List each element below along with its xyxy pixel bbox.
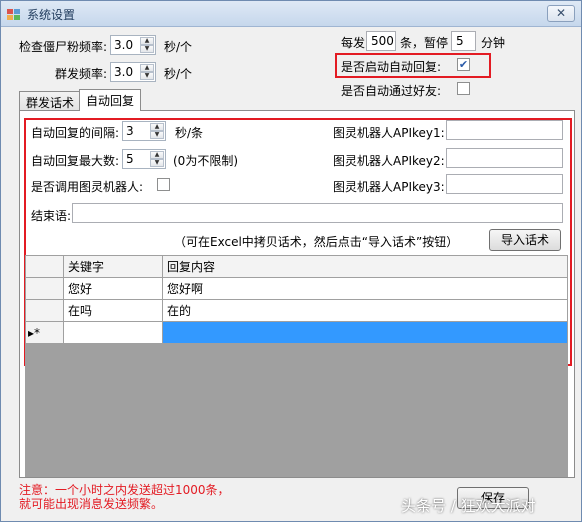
table-row[interactable]: 您好 您好啊 xyxy=(25,277,568,300)
pause-input[interactable]: 5 xyxy=(451,31,476,51)
keyword-cell[interactable] xyxy=(63,321,163,344)
table-header-row: 关键字 回复内容 xyxy=(25,255,568,278)
warning-line-2: 就可能出现消息发送频繁。 xyxy=(19,497,164,511)
reply-cell[interactable]: 您好啊 xyxy=(162,277,568,300)
reply-grid: 关键字 回复内容 您好 您好啊 在吗 在的 ▸* xyxy=(25,255,568,477)
row-header[interactable] xyxy=(25,299,64,322)
key1-label: 图灵机器人APIkey1: xyxy=(333,126,445,140)
per-send-value: 500 xyxy=(371,34,394,48)
stepper-down-icon[interactable]: ▼ xyxy=(150,131,164,139)
zombie-rate-label: 检查僵尸粉频率: xyxy=(19,40,108,54)
group-rate-stepper[interactable]: 3.0 ▲ ▼ xyxy=(110,62,156,82)
reply-cell-selected[interactable] xyxy=(162,321,568,344)
group-rate-value: 3.0 xyxy=(114,65,134,79)
auto-accept-checkbox[interactable] xyxy=(457,82,470,95)
stepper-down-icon[interactable]: ▼ xyxy=(140,45,154,53)
zombie-rate-unit: 秒/个 xyxy=(164,40,193,54)
checkmark-icon: ✔ xyxy=(458,58,469,71)
auto-reply-label: 是否启动自动回复: xyxy=(341,60,442,74)
interval-value: 3 xyxy=(126,124,134,138)
tab-auto-reply[interactable]: 自动回复 xyxy=(79,89,142,111)
reply-cell[interactable]: 在的 xyxy=(162,299,568,322)
max-label: 自动回复最大数: xyxy=(31,154,120,168)
close-icon: ✕ xyxy=(555,6,567,20)
key3-label: 图灵机器人APIkey3: xyxy=(333,180,445,194)
keyword-cell[interactable]: 在吗 xyxy=(63,299,163,322)
auto-reply-checkbox[interactable]: ✔ xyxy=(457,58,470,71)
per-send-label: 每发 xyxy=(341,36,366,50)
row-header-corner xyxy=(25,255,64,278)
row-header[interactable] xyxy=(25,277,64,300)
interval-label: 自动回复的间隔: xyxy=(31,126,120,140)
pause-value: 5 xyxy=(456,34,464,48)
end-label: 结束语: xyxy=(31,209,72,223)
column-header-reply[interactable]: 回复内容 xyxy=(162,255,568,278)
max-hint: (0为不限制) xyxy=(173,154,238,168)
group-rate-unit: 秒/个 xyxy=(164,67,193,81)
import-hint: （可在Excel中拷贝话术，然后点击“导入话术”按钮） xyxy=(174,235,459,249)
key2-input[interactable] xyxy=(446,148,563,168)
zombie-rate-stepper[interactable]: 3.0 ▲ ▼ xyxy=(110,35,156,55)
watermark: 头条号 / 狂欢大派对 xyxy=(401,497,536,515)
pause-label: 条，暂停 xyxy=(400,36,449,50)
tab-label: 群发话术 xyxy=(26,96,75,110)
import-button[interactable]: 导入话术 xyxy=(489,229,561,251)
stepper-up-icon[interactable]: ▲ xyxy=(140,37,154,45)
key3-input[interactable] xyxy=(446,174,563,194)
close-button[interactable]: ✕ xyxy=(547,5,575,22)
new-row[interactable]: ▸* xyxy=(25,321,568,344)
zombie-rate-value: 3.0 xyxy=(114,38,134,52)
tab-group-scripts[interactable]: 群发话术 xyxy=(19,91,82,111)
pause-unit: 分钟 xyxy=(481,36,506,50)
use-robot-checkbox[interactable] xyxy=(157,178,170,191)
import-button-label: 导入话术 xyxy=(500,233,549,247)
end-input[interactable] xyxy=(72,203,563,223)
stepper-up-icon[interactable]: ▲ xyxy=(140,64,154,72)
stepper-up-icon[interactable]: ▲ xyxy=(150,123,164,131)
tab-label: 自动回复 xyxy=(86,94,135,108)
key2-label: 图灵机器人APIkey2: xyxy=(333,154,445,168)
title-bar: 系统设置 ✕ xyxy=(1,1,581,27)
new-row-marker[interactable]: ▸* xyxy=(25,321,64,344)
column-header-keyword[interactable]: 关键字 xyxy=(63,255,163,278)
stepper-down-icon[interactable]: ▼ xyxy=(140,72,154,80)
max-stepper[interactable]: 5 ▲ ▼ xyxy=(122,149,166,169)
reply-table: 关键字 回复内容 您好 您好啊 在吗 在的 ▸* xyxy=(25,255,568,344)
interval-stepper[interactable]: 3 ▲ ▼ xyxy=(122,121,166,141)
stepper-down-icon[interactable]: ▼ xyxy=(150,159,164,167)
per-send-input[interactable]: 500 xyxy=(366,31,396,51)
max-value: 5 xyxy=(126,152,134,166)
window-title: 系统设置 xyxy=(27,8,76,22)
stepper-up-icon[interactable]: ▲ xyxy=(150,151,164,159)
table-row[interactable]: 在吗 在的 xyxy=(25,299,568,322)
app-icon xyxy=(7,9,20,20)
settings-window: 系统设置 ✕ 检查僵尸粉频率: 3.0 ▲ ▼ 秒/个 群发频率: 3.0 ▲ ▼ … xyxy=(0,0,582,522)
key1-input[interactable] xyxy=(446,120,563,140)
use-robot-label: 是否调用图灵机器人: xyxy=(31,180,144,194)
interval-unit: 秒/条 xyxy=(175,126,204,140)
auto-accept-label: 是否自动通过好友: xyxy=(341,84,442,98)
keyword-cell[interactable]: 您好 xyxy=(63,277,163,300)
group-rate-label: 群发频率: xyxy=(55,67,108,81)
